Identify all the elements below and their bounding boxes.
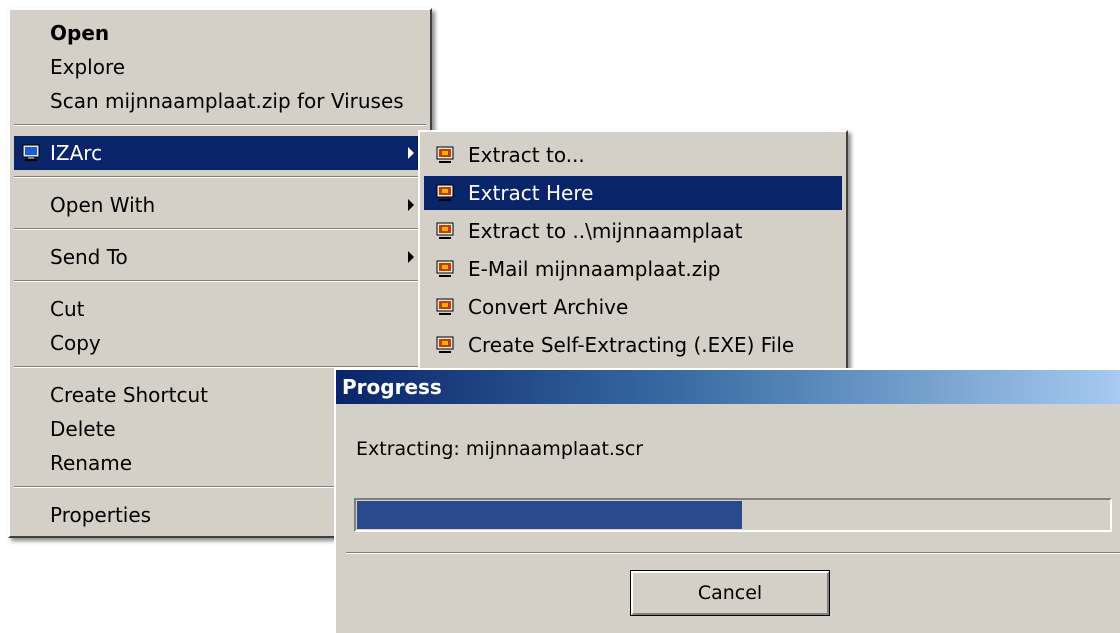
izarc-icon [436,260,454,278]
izarc-icon [436,336,454,354]
izarc-icon [436,298,454,316]
progress-bar [354,498,1112,532]
submenu-item-label: Convert Archive [468,295,629,319]
progress-bar-fill [357,501,742,529]
submenu-item-label: Create Self-Extracting (.EXE) File [468,333,795,357]
menu-separator [14,124,426,126]
menu-item-explore[interactable]: Explore [14,50,426,84]
submenu-arrow-icon [408,199,414,211]
menu-item-izarc-label: IZArc [50,141,103,165]
dialog-title: Progress [336,370,1120,404]
menu-item-open[interactable]: Open [14,16,426,50]
progress-dialog: Progress Extracting: mijnnaamplaat.scr C… [334,368,1120,633]
cancel-button[interactable]: Cancel [630,570,830,616]
menu-item-cut[interactable]: Cut [14,292,426,326]
submenu-item-extract-here[interactable]: Extract Here [424,176,842,210]
submenu-arrow-icon [408,147,414,159]
menu-separator [14,228,426,230]
menu-item-copy[interactable]: Copy [14,326,426,360]
submenu-item-label: Extract to... [468,143,585,167]
submenu-item-self-extracting[interactable]: Create Self-Extracting (.EXE) File [424,328,842,362]
izarc-icon [22,144,40,162]
submenu-arrow-icon [408,251,414,263]
submenu-item-label: Extract Here [468,181,594,205]
extraction-status: Extracting: mijnnaamplaat.scr [356,438,644,460]
submenu-item-label: Extract to ..\mijnnaamplaat [468,219,743,243]
menu-item-open-with-label: Open With [50,193,156,217]
submenu-item-email[interactable]: E-Mail mijnnaamplaat.zip [424,252,842,286]
menu-item-send-to-label: Send To [50,245,128,269]
menu-item-send-to[interactable]: Send To [14,240,426,274]
menu-item-izarc[interactable]: IZArc [14,136,426,170]
izarc-submenu: Extract to... Extract Here Extract to ..… [418,130,848,370]
menu-item-open-with[interactable]: Open With [14,188,426,222]
dialog-divider [346,552,1120,554]
izarc-icon [436,184,454,202]
submenu-item-extract-to-folder[interactable]: Extract to ..\mijnnaamplaat [424,214,842,248]
submenu-item-extract-to[interactable]: Extract to... [424,138,842,172]
menu-item-scan-viruses[interactable]: Scan mijnnaamplaat.zip for Viruses [14,84,426,118]
menu-separator [14,280,426,282]
izarc-icon [436,222,454,240]
submenu-item-convert-archive[interactable]: Convert Archive [424,290,842,324]
menu-separator [14,176,426,178]
submenu-item-label: E-Mail mijnnaamplaat.zip [468,257,721,281]
izarc-icon [436,146,454,164]
